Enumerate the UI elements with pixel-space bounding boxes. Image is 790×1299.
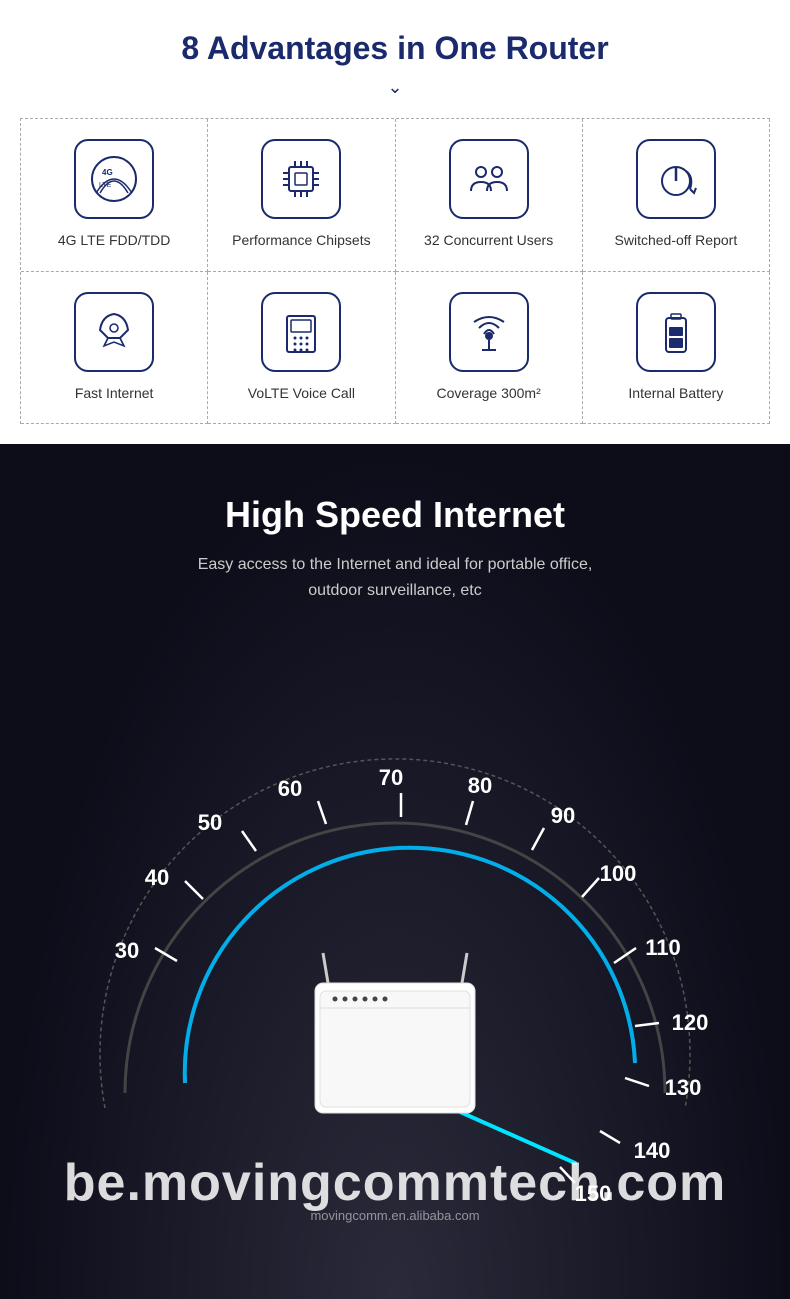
speed-title: High Speed Internet (225, 494, 565, 536)
svg-text:40: 40 (145, 865, 169, 890)
svg-text:4G: 4G (102, 168, 113, 177)
grid-label-power: Switched-off Report (615, 231, 738, 251)
phone-icon-box (261, 292, 341, 372)
grid-item-chipset: Performance Chipsets (208, 119, 395, 272)
svg-text:120: 120 (672, 1010, 709, 1035)
chipset-icon-box (261, 139, 341, 219)
watermark-text: be.movingcommtech.com (45, 1153, 745, 1213)
advantages-section: 8 Advantages in One Router ⌄ 4G LTE 4G L… (0, 0, 790, 444)
grid-label-rocket: Fast Internet (75, 384, 154, 404)
grid-item-rocket: Fast Internet (21, 272, 208, 425)
rocket-icon (90, 308, 138, 356)
rocket-icon-box (74, 292, 154, 372)
grid-item-users: 32 Concurrent Users (396, 119, 583, 272)
4g-icon: 4G LTE (90, 155, 138, 203)
advantages-title: 8 Advantages in One Router (20, 30, 770, 67)
svg-text:70: 70 (379, 765, 403, 790)
grid-item-4g: 4G LTE 4G LTE FDD/TDD (21, 119, 208, 272)
speed-subtitle: Easy access to the Internet and ideal fo… (198, 552, 593, 603)
grid-label-phone: VoLTE Voice Call (248, 384, 355, 404)
grid-label-coverage: Coverage 300m² (436, 384, 540, 404)
chevron-down-icon: ⌄ (20, 77, 770, 98)
speedometer-svg: 30 40 50 60 70 80 (45, 623, 745, 1223)
coverage-icon-box (449, 292, 529, 372)
svg-text:50: 50 (198, 810, 222, 835)
battery-icon (652, 308, 700, 356)
advantages-grid: 4G LTE 4G LTE FDD/TDD (20, 118, 770, 424)
chip-icon (277, 155, 325, 203)
watermark-small-text: movingcomm.en.alibaba.com (45, 1208, 745, 1223)
speed-content: High Speed Internet Easy access to the I… (0, 444, 790, 1223)
grid-item-phone: VoLTE Voice Call (208, 272, 395, 425)
battery-icon-box (636, 292, 716, 372)
grid-label-4g: 4G LTE FDD/TDD (58, 231, 171, 251)
users-icon (465, 155, 513, 203)
svg-text:60: 60 (278, 776, 302, 801)
svg-text:80: 80 (468, 773, 492, 798)
svg-text:100: 100 (600, 861, 637, 886)
power-icon (652, 155, 700, 203)
grid-item-power: Switched-off Report (583, 119, 770, 272)
svg-text:30: 30 (115, 938, 139, 963)
svg-text:130: 130 (665, 1075, 702, 1100)
svg-text:110: 110 (645, 935, 681, 960)
users-icon-box (449, 139, 529, 219)
grid-label-users: 32 Concurrent Users (424, 231, 553, 251)
grid-item-battery: Internal Battery (583, 272, 770, 425)
coverage-icon (465, 308, 513, 356)
grid-label-chipset: Performance Chipsets (232, 231, 371, 251)
grid-label-battery: Internal Battery (628, 384, 723, 404)
svg-text:90: 90 (551, 803, 575, 828)
4g-icon-box: 4G LTE (74, 139, 154, 219)
speedometer: 30 40 50 60 70 80 (45, 623, 745, 1223)
grid-item-coverage: Coverage 300m² (396, 272, 583, 425)
power-icon-box (636, 139, 716, 219)
speed-section: High Speed Internet Easy access to the I… (0, 444, 790, 1299)
phone-icon (277, 308, 325, 356)
